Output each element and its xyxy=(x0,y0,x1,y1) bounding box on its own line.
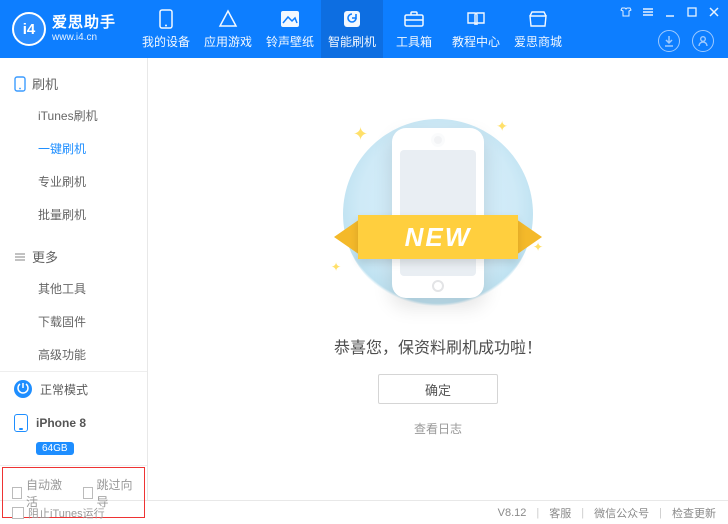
logo-mark: i4 xyxy=(12,12,46,46)
book-icon xyxy=(466,9,486,29)
capacity-badge: 64GB xyxy=(36,442,74,455)
store-icon xyxy=(528,9,548,29)
sidebar-item-other-tools[interactable]: 其他工具 xyxy=(0,272,147,305)
sidebar-group-more: 更多 xyxy=(0,241,147,272)
nav-my-device[interactable]: 我的设备 xyxy=(135,0,197,58)
sidebar-item-batch-flash[interactable]: 批量刷机 xyxy=(0,198,147,231)
window-controls xyxy=(618,4,722,20)
user-button[interactable] xyxy=(692,30,714,52)
refresh-icon xyxy=(342,9,362,29)
success-message: 恭喜您，保资料刷机成功啦！ xyxy=(334,334,542,358)
nav-smart-flash[interactable]: 智能刷机 xyxy=(321,0,383,58)
device-mode[interactable]: 正常模式 xyxy=(0,372,147,406)
sidebar-group-flash: 刷机 xyxy=(0,68,147,99)
picture-icon xyxy=(280,9,300,29)
wechat-link[interactable]: 微信公众号 xyxy=(594,505,649,521)
toolbox-icon xyxy=(403,9,425,29)
view-log-link[interactable]: 查看日志 xyxy=(414,420,462,437)
version-text: V8.12 xyxy=(498,507,527,519)
checkbox-icon xyxy=(83,487,93,499)
more-icon xyxy=(14,251,26,263)
support-link[interactable]: 客服 xyxy=(549,505,571,521)
checkbox-icon xyxy=(12,487,22,499)
sidebar-item-pro-flash[interactable]: 专业刷机 xyxy=(0,165,147,198)
sparkle-icon: ✦ xyxy=(353,124,368,145)
sidebar-item-itunes-flash[interactable]: iTunes刷机 xyxy=(0,99,147,132)
checkbox-block-itunes[interactable]: 阻止iTunes运行 xyxy=(12,505,105,521)
nav-apps-games[interactable]: 应用游戏 xyxy=(197,0,259,58)
sparkle-icon: ✦ xyxy=(496,118,508,135)
nav-ringtones-wallpapers[interactable]: 铃声壁纸 xyxy=(259,0,321,58)
main-content: ✦ ✦ ✦ ✦ NEW 恭喜您，保资料刷机成功啦！ 确定 查看日志 xyxy=(148,58,728,500)
close-button[interactable] xyxy=(706,4,722,20)
download-button[interactable] xyxy=(658,30,680,52)
app-header: i4 爱思助手 www.i4.cn 我的设备 应用游戏 铃声壁纸 xyxy=(0,0,728,58)
device-icon xyxy=(14,414,28,432)
sidebar-item-advanced[interactable]: 高级功能 xyxy=(0,338,147,371)
top-nav: 我的设备 应用游戏 铃声壁纸 智能刷机 工具箱 xyxy=(135,0,569,58)
nav-store[interactable]: 爱思商城 xyxy=(507,0,569,58)
nav-toolbox[interactable]: 工具箱 xyxy=(383,0,445,58)
app-logo: i4 爱思助手 www.i4.cn xyxy=(0,0,135,58)
connected-device[interactable]: iPhone 8 xyxy=(0,406,147,440)
app-subtitle: www.i4.cn xyxy=(52,32,116,43)
skin-icon[interactable] xyxy=(618,4,634,20)
mode-icon xyxy=(14,380,32,398)
minimize-button[interactable] xyxy=(662,4,678,20)
maximize-button[interactable] xyxy=(684,4,700,20)
app-title: 爱思助手 xyxy=(52,15,116,32)
new-ribbon: NEW xyxy=(328,209,548,265)
sidebar: 刷机 iTunes刷机 一键刷机 专业刷机 批量刷机 更多 其他工具 下载固件 … xyxy=(0,58,148,500)
nav-tutorials[interactable]: 教程中心 xyxy=(445,0,507,58)
checkbox-icon xyxy=(12,507,24,519)
check-update-link[interactable]: 检查更新 xyxy=(672,505,716,521)
menu-icon[interactable] xyxy=(640,4,656,20)
sidebar-item-oneclick-flash[interactable]: 一键刷机 xyxy=(0,132,147,165)
success-illustration: ✦ ✦ ✦ ✦ NEW xyxy=(313,114,563,314)
device-icon xyxy=(159,9,173,29)
phone-icon xyxy=(14,76,26,92)
apps-icon xyxy=(218,9,238,29)
sidebar-item-download-firmware[interactable]: 下载固件 xyxy=(0,305,147,338)
ok-button[interactable]: 确定 xyxy=(378,374,498,404)
